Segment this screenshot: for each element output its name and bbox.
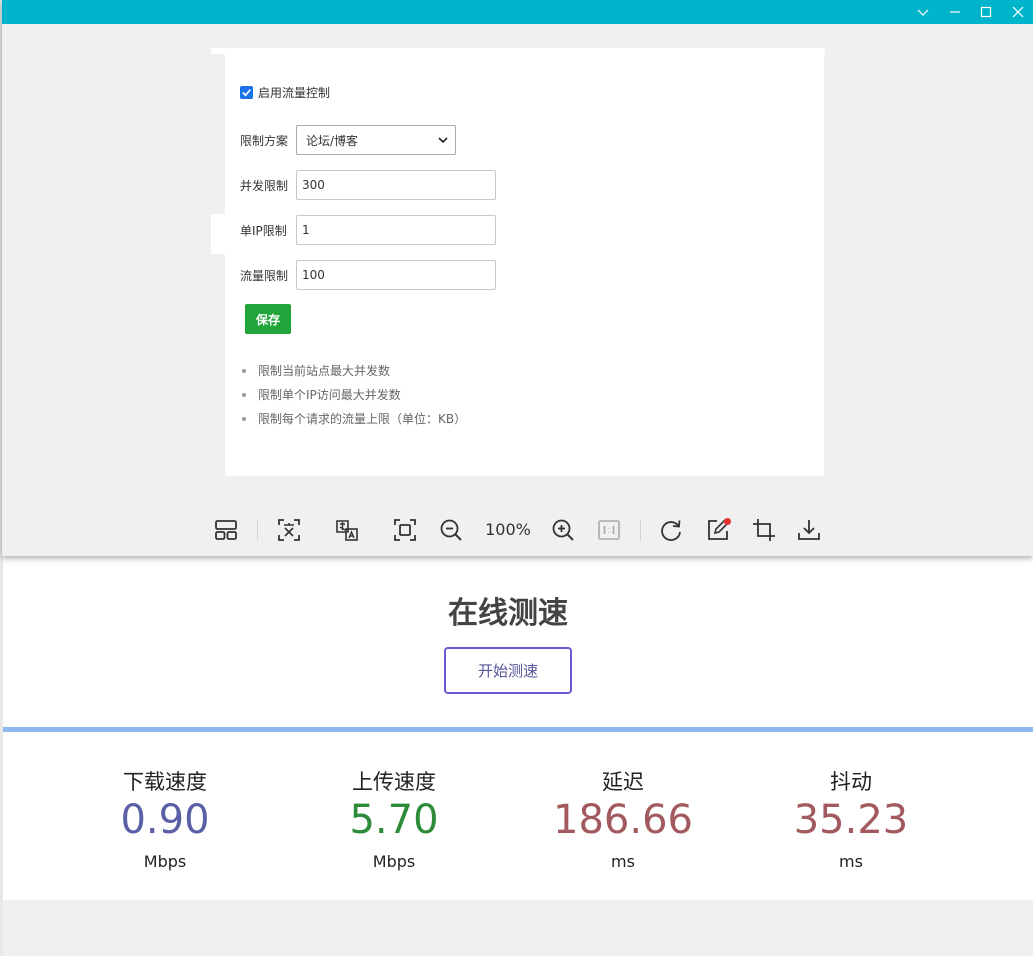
list-item: 限制当前站点最大并发数 xyxy=(242,359,466,383)
rotate-icon[interactable] xyxy=(657,516,685,544)
metric-value: 186.66 xyxy=(553,797,693,843)
traffic-limit-label: 流量限制 xyxy=(240,268,289,283)
crop-icon[interactable] xyxy=(750,516,778,544)
metric-label: 延迟 xyxy=(602,770,644,794)
ocr-text-icon[interactable] xyxy=(275,516,303,544)
metric-label: 上传速度 xyxy=(352,770,436,794)
chevron-down-icon xyxy=(438,137,448,144)
start-test-button[interactable]: 开始测速 xyxy=(444,647,572,694)
limit-scheme-select[interactable]: 论坛/博客 xyxy=(296,125,456,155)
bullet xyxy=(242,393,246,397)
bullet xyxy=(242,417,246,421)
save-button[interactable]: 保存 xyxy=(245,304,291,334)
maximize-icon[interactable] xyxy=(970,0,1002,24)
viewer-toolbar: 100% xyxy=(2,504,1033,556)
actual-size-icon xyxy=(595,516,623,544)
jitter-metric: 抖动 35.23 ms xyxy=(751,768,951,872)
concurrency-limit-value: 300 xyxy=(302,178,325,192)
close-icon[interactable] xyxy=(1002,0,1033,24)
image-viewer-window: 启用流量控制 限制方案 论坛/博客 并发限制 300 单IP限制 1 流量限制 … xyxy=(2,0,1033,556)
toolbar-divider xyxy=(640,520,641,540)
download-metric: 下载速度 0.90 Mbps xyxy=(65,768,265,872)
page-title: 在线测速 xyxy=(448,596,568,631)
help-notes: 限制当前站点最大并发数 限制单个IP访问最大并发数 限制每个请求的流量上限（单位… xyxy=(242,359,466,431)
concurrency-limit-label: 并发限制 xyxy=(240,178,289,193)
concurrency-limit-row: 并发限制 300 xyxy=(240,170,496,200)
toolbar-divider xyxy=(257,520,258,540)
metric-label: 下载速度 xyxy=(123,770,207,794)
download-icon[interactable] xyxy=(795,516,823,544)
title-bar xyxy=(2,0,1033,24)
note-text: 限制每个请求的流量上限（单位：KB） xyxy=(258,412,467,426)
zoom-in-icon[interactable] xyxy=(549,516,577,544)
metric-value: 35.23 xyxy=(793,797,909,843)
metric-unit: ms xyxy=(611,852,635,871)
zoom-out-icon[interactable] xyxy=(437,516,465,544)
edit-icon[interactable] xyxy=(704,516,732,544)
metric-unit: Mbps xyxy=(372,852,416,871)
list-item: 限制每个请求的流量上限（单位：KB） xyxy=(242,407,466,431)
per-ip-limit-label: 单IP限制 xyxy=(240,223,287,238)
metric-value: 5.70 xyxy=(349,797,439,843)
metric-unit: Mbps xyxy=(143,852,187,871)
traffic-limit-row: 流量限制 100 xyxy=(240,260,496,290)
latency-metric: 延迟 186.66 ms xyxy=(523,768,723,872)
per-ip-limit-value: 1 xyxy=(302,223,310,237)
enable-flow-control-label: 启用流量控制 xyxy=(258,85,331,100)
speedtest-results-panel: 下载速度 0.90 Mbps 上传速度 5.70 Mbps 延迟 186.66 … xyxy=(3,732,1033,900)
image-canvas: 启用流量控制 限制方案 论坛/博客 并发限制 300 单IP限制 1 流量限制 … xyxy=(2,24,1033,504)
metric-value: 0.90 xyxy=(120,797,210,843)
translate-icon[interactable] xyxy=(333,516,361,544)
upload-metric: 上传速度 5.70 Mbps xyxy=(294,768,494,872)
metric-unit: ms xyxy=(839,852,863,871)
enable-flow-control-row[interactable]: 启用流量控制 xyxy=(240,84,330,100)
zoom-level: 100% xyxy=(485,520,531,539)
notification-dot xyxy=(724,518,731,525)
screenshot-image: 启用流量控制 限制方案 论坛/博客 并发限制 300 单IP限制 1 流量限制 … xyxy=(225,54,824,476)
layout-icon[interactable] xyxy=(212,516,240,544)
chevron-down-icon[interactable] xyxy=(907,0,939,24)
list-item: 限制单个IP访问最大并发数 xyxy=(242,383,466,407)
note-text: 限制单个IP访问最大并发数 xyxy=(258,388,401,402)
limit-scheme-row: 限制方案 论坛/博客 xyxy=(240,125,456,155)
metric-label: 抖动 xyxy=(830,770,872,794)
traffic-limit-input[interactable]: 100 xyxy=(296,260,496,290)
fit-screen-icon[interactable] xyxy=(391,516,419,544)
limit-scheme-value: 论坛/博客 xyxy=(306,133,359,148)
per-ip-limit-input[interactable]: 1 xyxy=(296,215,496,245)
minimize-icon[interactable] xyxy=(939,0,971,24)
enable-flow-control-checkbox[interactable] xyxy=(240,85,253,99)
traffic-limit-value: 100 xyxy=(302,268,325,282)
speedtest-header-panel: 在线测速 开始测速 xyxy=(3,556,1033,727)
bullet xyxy=(242,369,246,373)
limit-scheme-label: 限制方案 xyxy=(240,133,289,148)
note-text: 限制当前站点最大并发数 xyxy=(258,364,391,378)
concurrency-limit-input[interactable]: 300 xyxy=(296,170,496,200)
per-ip-limit-row: 单IP限制 1 xyxy=(240,215,496,245)
